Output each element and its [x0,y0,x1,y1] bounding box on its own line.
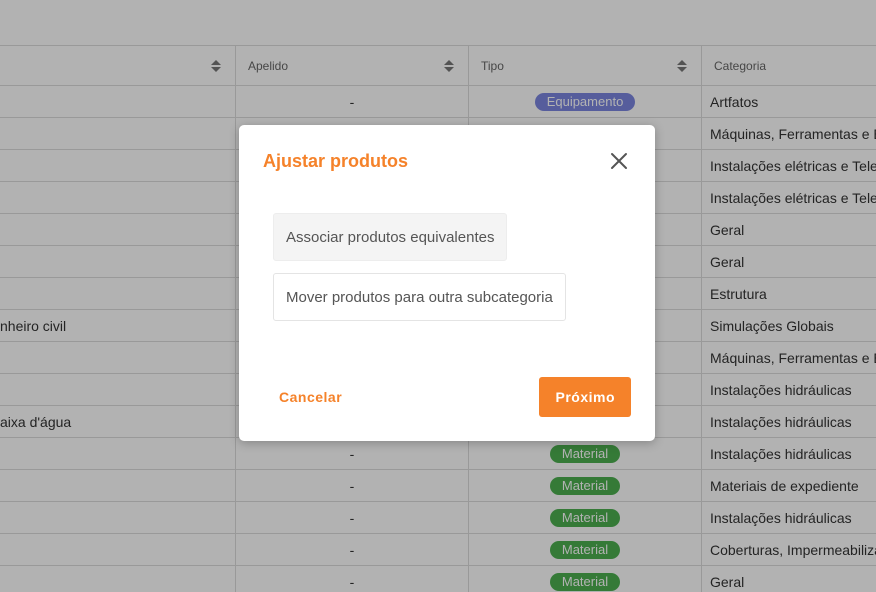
dialog-title: Ajustar produtos [263,151,409,171]
close-icon[interactable] [609,151,629,171]
next-button[interactable]: Próximo [539,377,631,417]
adjust-products-dialog: Ajustar produtos Associar produtos equiv… [239,125,655,441]
associate-equivalent-products-option[interactable]: Associar produtos equivalentes [273,213,508,261]
cancel-button[interactable]: Cancelar [265,377,356,417]
move-to-subcategory-option[interactable]: Mover produtos para outra subcategoria [273,273,566,321]
